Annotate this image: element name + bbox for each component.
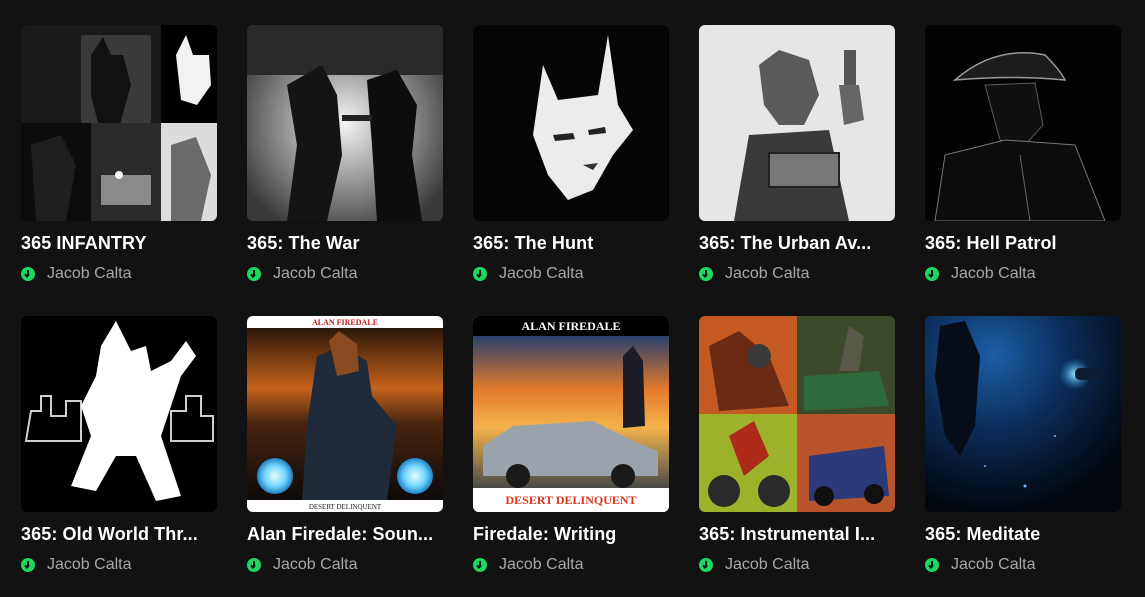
mugshot-sketch-art <box>699 25 895 221</box>
playlist-card[interactable]: 365: Old World Thr... Jacob Calta <box>21 316 217 596</box>
playlist-title[interactable]: 365: Meditate <box>925 524 1125 545</box>
playlist-cover[interactable] <box>247 25 443 221</box>
playlist-title[interactable]: 365: The Hunt <box>473 233 673 254</box>
alan-firedale-art: ALAN FIREDALE DESERT DELINQUENT <box>247 316 443 512</box>
playlist-card[interactable]: 365: Instrumental I... Jacob Calta <box>699 316 895 596</box>
playlist-card[interactable]: 365: The Urban Av... Jacob Calta <box>699 25 895 305</box>
playlist-subtitle: Jacob Calta <box>21 556 132 574</box>
playlist-artist[interactable]: Jacob Calta <box>499 265 584 283</box>
playlist-title[interactable]: 365 INFANTRY <box>21 233 221 254</box>
cover-top-text: ALAN FIREDALE <box>521 319 620 333</box>
playlist-card[interactable]: 365 INFANTRY Jacob Calta <box>21 25 217 305</box>
playlist-card[interactable]: 365: The War Jacob Calta <box>247 25 443 305</box>
playlist-subtitle: Jacob Calta <box>925 556 1036 574</box>
deep-sea-art <box>925 316 1121 512</box>
playlist-cover[interactable] <box>699 25 895 221</box>
playlist-subtitle: Jacob Calta <box>247 556 358 574</box>
playlist-title[interactable]: 365: Hell Patrol <box>925 233 1125 254</box>
downloaded-icon <box>21 267 35 281</box>
playlist-artist[interactable]: Jacob Calta <box>499 556 584 574</box>
playlist-card[interactable]: 365: The Hunt Jacob Calta <box>473 25 669 305</box>
playlist-grid: 365 INFANTRY Jacob Calta 365: The War Ja… <box>0 0 1145 597</box>
cover-bottom-text: DESERT DELINQUENT <box>505 493 636 507</box>
playlist-artist[interactable]: Jacob Calta <box>47 556 132 574</box>
playlist-cover[interactable] <box>925 316 1121 512</box>
downloaded-icon <box>925 267 939 281</box>
playlist-artist[interactable]: Jacob Calta <box>725 556 810 574</box>
playlist-subtitle: Jacob Calta <box>473 265 584 283</box>
playlist-title[interactable]: 365: Old World Thr... <box>21 524 221 545</box>
silhouette-hat-art <box>925 25 1121 221</box>
playlist-title[interactable]: 365: Instrumental I... <box>699 524 899 545</box>
desert-delinquent-art: ALAN FIREDALE DESERT DELINQUENT <box>473 316 669 512</box>
playlist-subtitle: Jacob Calta <box>21 265 132 283</box>
color-collage-art <box>699 316 895 512</box>
white-silhouette-art <box>21 316 217 512</box>
playlist-artist[interactable]: Jacob Calta <box>951 265 1036 283</box>
downloaded-icon <box>473 267 487 281</box>
playlist-artist[interactable]: Jacob Calta <box>47 265 132 283</box>
playlist-subtitle: Jacob Calta <box>925 265 1036 283</box>
playlist-subtitle: Jacob Calta <box>699 265 810 283</box>
playlist-subtitle: Jacob Calta <box>473 556 584 574</box>
playlist-cover[interactable]: ALAN FIREDALE DESERT DELINQUENT <box>247 316 443 512</box>
playlist-cover[interactable] <box>925 25 1121 221</box>
downloaded-icon <box>247 267 261 281</box>
playlist-cover[interactable] <box>699 316 895 512</box>
downloaded-icon <box>699 558 713 572</box>
playlist-artist[interactable]: Jacob Calta <box>273 265 358 283</box>
cover-bottom-text: DESERT DELINQUENT <box>309 503 382 511</box>
wolf-face-bw-art <box>473 25 669 221</box>
playlist-cover[interactable] <box>21 25 217 221</box>
playlist-subtitle: Jacob Calta <box>247 265 358 283</box>
downloaded-icon <box>925 558 939 572</box>
two-figures-bw-art <box>247 25 443 221</box>
playlist-cover[interactable] <box>21 316 217 512</box>
downloaded-icon <box>21 558 35 572</box>
downloaded-icon <box>473 558 487 572</box>
collage-bw-art <box>21 25 217 221</box>
playlist-card[interactable]: 365: Hell Patrol Jacob Calta <box>925 25 1121 305</box>
playlist-title[interactable]: Firedale: Writing <box>473 524 673 545</box>
downloaded-icon <box>699 267 713 281</box>
playlist-card[interactable]: ALAN FIREDALE DESERT DELINQUENT Alan Fir… <box>247 316 443 596</box>
playlist-title[interactable]: Alan Firedale: Soun... <box>247 524 447 545</box>
playlist-artist[interactable]: Jacob Calta <box>951 556 1036 574</box>
playlist-artist[interactable]: Jacob Calta <box>273 556 358 574</box>
downloaded-icon <box>247 558 261 572</box>
playlist-artist[interactable]: Jacob Calta <box>725 265 810 283</box>
cover-top-text: ALAN FIREDALE <box>312 318 378 327</box>
playlist-cover[interactable]: ALAN FIREDALE DESERT DELINQUENT <box>473 316 669 512</box>
playlist-card[interactable]: ALAN FIREDALE DESERT DELINQUENT Firedale… <box>473 316 669 596</box>
playlist-title[interactable]: 365: The Urban Av... <box>699 233 899 254</box>
playlist-cover[interactable] <box>473 25 669 221</box>
playlist-title[interactable]: 365: The War <box>247 233 447 254</box>
playlist-card[interactable]: 365: Meditate Jacob Calta <box>925 316 1121 596</box>
playlist-subtitle: Jacob Calta <box>699 556 810 574</box>
